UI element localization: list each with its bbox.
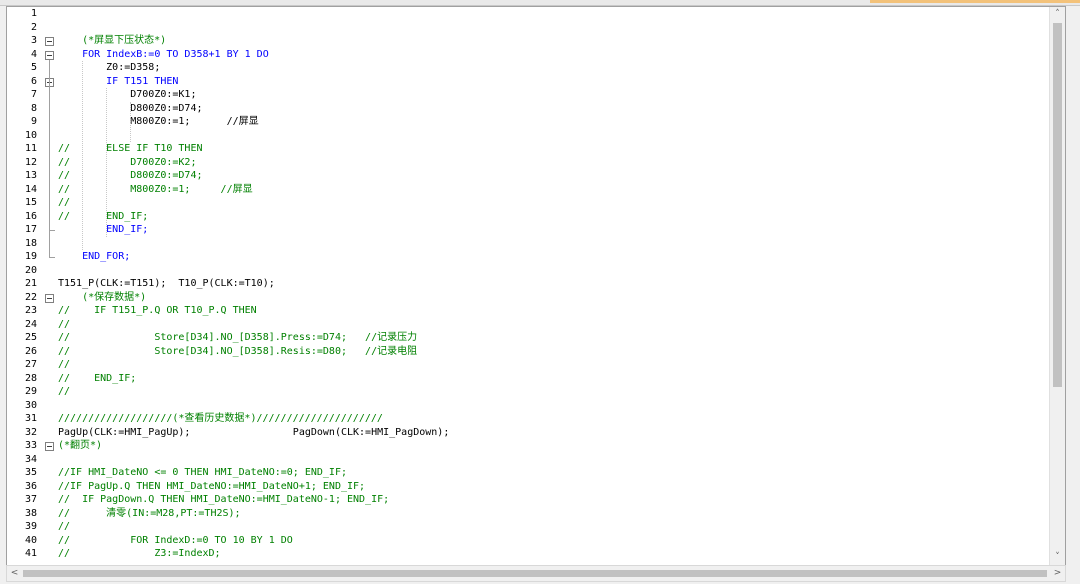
line-number: 14 bbox=[24, 183, 37, 195]
code-line[interactable]: // Z3:=IndexD; bbox=[58, 547, 221, 561]
code-line[interactable]: // bbox=[58, 385, 70, 399]
line-number: 6 bbox=[30, 75, 37, 87]
indent-guide bbox=[130, 101, 131, 142]
line-number: 28 bbox=[24, 372, 37, 384]
fold-toggle-icon[interactable] bbox=[45, 442, 54, 451]
vertical-scroll-thumb[interactable] bbox=[1053, 23, 1062, 387]
code-line[interactable]: // Store[D34].NO_[D358].Resis:=D80; //记录… bbox=[58, 345, 417, 359]
code-line[interactable]: IF T151 THEN bbox=[58, 75, 178, 89]
code-line[interactable]: (*保存数据*) bbox=[58, 291, 146, 305]
line-number: 8 bbox=[30, 102, 37, 114]
line-number: 16 bbox=[24, 210, 37, 222]
code-line[interactable]: // D700Z0:=K2; bbox=[58, 156, 196, 170]
code-editor[interactable]: 1 2 3 4 5 6 7 8 9 10 11 12 13 14 15 16 17 18 19 20 21 22 23 24 2… bbox=[6, 6, 1066, 566]
line-number: 3 bbox=[30, 35, 37, 46]
fold-guide-line bbox=[49, 86, 50, 231]
horizontal-scroll-thumb[interactable] bbox=[23, 570, 1047, 577]
line-number: 1 bbox=[30, 8, 37, 19]
line-number: 10 bbox=[24, 129, 37, 141]
fold-end-mark bbox=[49, 257, 55, 258]
fold-toggle-icon[interactable] bbox=[45, 50, 54, 60]
line-number: 32 bbox=[24, 426, 37, 438]
code-line[interactable]: // 清零(IN:=M28,PT:=TH2S); bbox=[58, 507, 241, 521]
line-number: 27 bbox=[24, 359, 37, 370]
indent-guide bbox=[82, 61, 83, 250]
code-area[interactable]: (*屏显下压状态*) FOR IndexB:=0 TO D358+1 BY 1 … bbox=[58, 7, 1058, 565]
code-line[interactable]: // D800Z0:=D74; bbox=[58, 169, 203, 183]
line-number: 33 bbox=[24, 440, 37, 451]
code-line[interactable]: // END_IF; bbox=[58, 210, 148, 224]
code-line[interactable]: (*屏显下压状态*) bbox=[58, 34, 166, 48]
scroll-down-arrow-icon[interactable]: ˅ bbox=[1050, 550, 1065, 565]
line-number: 11 bbox=[24, 143, 37, 154]
line-number: 30 bbox=[24, 399, 37, 411]
line-number: 12 bbox=[24, 156, 37, 168]
code-line[interactable]: // IF T151_P.Q OR T10_P.Q THEN bbox=[58, 304, 257, 318]
code-line[interactable]: END_IF; bbox=[58, 223, 148, 237]
line-number: 24 bbox=[24, 318, 37, 330]
fold-toggle-icon[interactable] bbox=[45, 293, 54, 303]
line-number: 25 bbox=[24, 332, 37, 343]
code-line[interactable]: // bbox=[58, 196, 70, 210]
horizontal-scrollbar[interactable]: < > bbox=[6, 565, 1066, 582]
scroll-left-arrow-icon[interactable]: < bbox=[7, 566, 22, 581]
code-line[interactable]: D700Z0:=K1; bbox=[58, 88, 196, 102]
line-number: 34 bbox=[24, 453, 37, 465]
line-number: 38 bbox=[24, 507, 37, 519]
active-tab-accent bbox=[870, 0, 1080, 3]
line-number: 17 bbox=[24, 224, 37, 235]
code-line[interactable]: PagUp(CLK:=HMI_PagUp); PagDown(CLK:=HMI_… bbox=[58, 426, 449, 440]
line-number: 37 bbox=[24, 494, 37, 505]
code-line[interactable]: // Store[D34].NO_[D358].Press:=D74; //记录… bbox=[58, 331, 417, 345]
indent-guide bbox=[106, 88, 107, 237]
code-line[interactable]: T151_P(CLK:=T151); T10_P(CLK:=T10); bbox=[58, 277, 275, 291]
line-number: 36 bbox=[24, 480, 37, 492]
line-number: 39 bbox=[24, 521, 37, 532]
line-number: 9 bbox=[30, 116, 37, 127]
scroll-up-arrow-icon[interactable]: ˄ bbox=[1050, 7, 1065, 22]
line-number-gutter: 1 2 3 4 5 6 7 8 9 10 11 12 13 14 15 16 17 18 19 20 21 22 23 24 2… bbox=[7, 7, 37, 565]
line-number: 35 bbox=[24, 467, 37, 478]
code-line[interactable]: //IF HMI_DateNO <= 0 THEN HMI_DateNO:=0;… bbox=[58, 466, 347, 480]
code-line[interactable]: // ELSE IF T10 THEN bbox=[58, 142, 203, 156]
line-number: 21 bbox=[24, 278, 37, 289]
code-line[interactable]: // bbox=[58, 520, 70, 534]
code-line[interactable]: (*翻页*) bbox=[58, 439, 102, 453]
line-number: 31 bbox=[24, 413, 37, 424]
code-line[interactable]: ///////////////////(*查看历史数据*)///////////… bbox=[58, 412, 383, 426]
code-line[interactable]: Z0:=D358; bbox=[58, 61, 160, 75]
line-number: 18 bbox=[24, 237, 37, 249]
st-editor-window: 1 2 3 4 5 6 7 8 9 10 11 12 13 14 15 16 17 18 19 20 21 22 23 24 2… bbox=[0, 0, 1080, 584]
line-number: 7 bbox=[30, 89, 37, 100]
line-number: 13 bbox=[24, 170, 37, 181]
code-line[interactable]: // IF PagDown.Q THEN HMI_DateNO:=HMI_Dat… bbox=[58, 493, 389, 507]
fold-end-mark bbox=[49, 230, 55, 231]
line-number: 4 bbox=[30, 48, 37, 60]
line-number: 26 bbox=[24, 345, 37, 357]
code-line[interactable]: M800Z0:=1; //屏显 bbox=[58, 115, 258, 129]
fold-toggle-icon[interactable] bbox=[45, 37, 54, 46]
code-line[interactable]: // M800Z0:=1; //屏显 bbox=[58, 183, 253, 197]
line-number: 20 bbox=[24, 264, 37, 276]
code-line[interactable]: // END_IF; bbox=[58, 372, 136, 386]
line-number: 22 bbox=[24, 291, 37, 303]
code-line[interactable]: END_FOR; bbox=[58, 250, 130, 264]
line-number: 5 bbox=[30, 62, 37, 73]
code-line[interactable]: //IF PagUp.Q THEN HMI_DateNO:=HMI_DateNO… bbox=[58, 480, 365, 494]
vertical-scrollbar[interactable]: ˄ ˅ bbox=[1049, 7, 1065, 565]
line-number: 15 bbox=[24, 197, 37, 208]
line-number: 19 bbox=[24, 251, 37, 262]
scroll-right-arrow-icon[interactable]: > bbox=[1050, 566, 1065, 581]
line-number: 29 bbox=[24, 386, 37, 397]
line-number: 23 bbox=[24, 305, 37, 316]
line-number: 41 bbox=[24, 548, 37, 559]
line-number: 2 bbox=[30, 21, 37, 33]
code-line[interactable]: FOR IndexB:=0 TO D358+1 BY 1 DO bbox=[58, 48, 269, 62]
code-line[interactable]: // bbox=[58, 358, 70, 372]
code-line[interactable]: // FOR IndexD:=0 TO 10 BY 1 DO bbox=[58, 534, 293, 548]
line-number: 40 bbox=[24, 534, 37, 546]
code-line[interactable]: // bbox=[58, 318, 70, 332]
